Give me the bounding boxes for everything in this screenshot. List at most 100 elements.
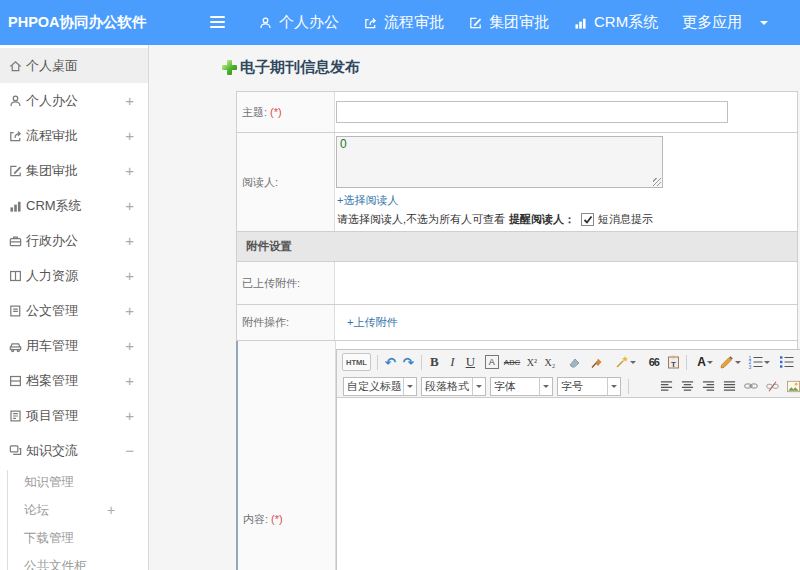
sidebar-item-3[interactable]: 流程审批+ — [0, 118, 148, 153]
sidebar-item-5[interactable]: CRM系统+ — [0, 188, 148, 223]
editor-dropdown-2[interactable]: 段落格式 — [421, 377, 486, 396]
sidebar-item-9[interactable]: 用车管理+ — [0, 328, 148, 363]
editor-dropdown-1[interactable]: 自定义标题 — [343, 377, 417, 396]
content-row: 内容:(*) HTML↶↷BIUAABCX²X₂66TA123 自定义标题段落格… — [236, 341, 798, 570]
nav-label: 更多应用 — [682, 13, 742, 32]
expand-toggle[interactable]: + — [125, 127, 134, 144]
wand-button[interactable] — [615, 353, 636, 371]
chevron-down-icon — [472, 378, 485, 395]
justify-button[interactable] — [723, 377, 736, 395]
unlink-button[interactable] — [766, 377, 779, 395]
expand-toggle[interactable]: + — [125, 302, 134, 319]
redo-button[interactable]: ↷ — [402, 353, 415, 371]
strike-button[interactable]: ABC — [504, 353, 520, 371]
sms-checkbox[interactable] — [581, 213, 594, 226]
align-left-button[interactable] — [660, 377, 673, 395]
top-nav: 个人办公 流程审批 集团审批 CRM系统 更多应用 — [258, 0, 768, 45]
app-logo: PHPOA协同办公软件 — [8, 0, 147, 45]
expand-toggle[interactable]: − — [125, 442, 134, 459]
sidebar-item-10[interactable]: 档案管理+ — [0, 363, 148, 398]
page-title: 电子期刊信息发布 — [240, 58, 360, 77]
quote-button[interactable]: 66 — [647, 353, 660, 371]
briefcase-icon — [8, 233, 24, 249]
nav-item-2[interactable]: 流程审批 — [363, 13, 444, 32]
sub-button[interactable]: X₂ — [543, 353, 556, 371]
sidebar-item-2[interactable]: 个人办公+ — [0, 83, 148, 118]
expand-toggle[interactable]: + — [125, 232, 134, 249]
bold-button[interactable]: B — [428, 353, 441, 371]
editor-toolbar: HTML↶↷BIUAABCX²X₂66TA123 自定义标题段落格式字体字号 — [337, 350, 800, 398]
sidebar-subitem-4[interactable]: 公共文件柜 — [0, 552, 148, 570]
subject-input[interactable] — [336, 101, 728, 123]
hamburger-menu-icon[interactable] — [210, 16, 225, 28]
svg-text:T: T — [671, 360, 676, 369]
sidebar-subitem-3[interactable]: 下载管理 — [0, 524, 148, 552]
sup-button[interactable]: X² — [525, 353, 538, 371]
nav-item-4[interactable]: CRM系统 — [573, 13, 658, 32]
image-button[interactable] — [787, 377, 800, 395]
underline-button[interactable]: U — [464, 353, 477, 371]
expand-toggle[interactable]: + — [125, 372, 134, 389]
archive-icon — [8, 373, 24, 389]
link-button[interactable] — [744, 377, 758, 395]
uploaded-label: 已上传附件: — [237, 262, 335, 304]
readers-textarea[interactable]: 0 — [336, 136, 663, 188]
italic-button[interactable]: I — [446, 353, 459, 371]
nav-label: 个人办公 — [279, 13, 339, 32]
attach-op-label: 附件操作: — [237, 305, 335, 340]
add-icon — [222, 60, 237, 75]
subject-label: 主题:(*) — [237, 92, 335, 132]
expand-toggle[interactable]: + — [125, 407, 134, 424]
doc-icon — [8, 303, 24, 319]
project-icon — [8, 408, 24, 424]
choose-readers-link[interactable]: +选择阅读人 — [337, 193, 398, 208]
expand-toggle[interactable]: + — [125, 92, 134, 109]
undo-button[interactable]: ↶ — [384, 353, 397, 371]
nav-item-5[interactable]: 更多应用 — [682, 13, 768, 32]
fontcolor-button[interactable]: A — [697, 353, 713, 371]
required-mark: (*) — [270, 106, 282, 118]
sidebar-item-12[interactable]: 知识交流− — [0, 433, 148, 468]
ul-button[interactable] — [779, 353, 794, 371]
pen-button[interactable] — [720, 353, 741, 371]
align-right-button[interactable] — [702, 377, 715, 395]
ol-button[interactable]: 123 — [748, 353, 770, 371]
sidebar-item-8[interactable]: 公文管理+ — [0, 293, 148, 328]
sidebar-item-4[interactable]: 集团审批+ — [0, 153, 148, 188]
sidebar-subitem-1[interactable]: 知识管理 — [0, 468, 148, 496]
upload-attachment-link[interactable]: +上传附件 — [347, 315, 397, 330]
editor-content-area[interactable] — [337, 398, 800, 570]
expand-toggle[interactable]: + — [125, 162, 134, 179]
svg-text:3: 3 — [748, 364, 751, 370]
readers-hint: 请选择阅读人,不选为所有人可查看 — [337, 212, 505, 227]
nav-item-3[interactable]: 集团审批 — [468, 13, 549, 32]
html-source-button[interactable]: HTML — [342, 353, 371, 371]
toolbar-separator — [377, 355, 378, 370]
sidebar-item-7[interactable]: 人力资源+ — [0, 258, 148, 293]
editor-dropdown-3[interactable]: 字体 — [490, 377, 553, 396]
boxa-button[interactable]: A — [485, 355, 499, 369]
expand-toggle[interactable]: + — [107, 502, 115, 518]
paste-button[interactable]: T — [667, 353, 680, 371]
chevron-down-icon — [760, 21, 768, 29]
editor-dropdown-4[interactable]: 字号 — [557, 377, 621, 396]
eraser-button[interactable] — [567, 353, 581, 371]
sidebar-subitem-2[interactable]: 论坛+ — [0, 496, 148, 524]
sidebar-item-1[interactable]: 个人桌面 — [0, 48, 148, 83]
person-icon — [258, 15, 273, 31]
sidebar-item-6[interactable]: 行政办公+ — [0, 223, 148, 258]
nav-item-1[interactable]: 个人办公 — [258, 13, 339, 32]
content-label: 内容:(*) — [238, 341, 336, 570]
expand-toggle[interactable]: + — [125, 197, 134, 214]
subject-row: 主题:(*) — [236, 92, 798, 133]
broom-button[interactable] — [590, 353, 604, 371]
flow-icon — [8, 128, 24, 144]
resize-handle[interactable] — [653, 178, 661, 186]
car-icon — [8, 338, 24, 354]
chevron-down-icon — [630, 361, 636, 367]
align-center-button[interactable] — [681, 377, 694, 395]
sidebar-item-11[interactable]: 项目管理+ — [0, 398, 148, 433]
expand-toggle[interactable]: + — [125, 337, 134, 354]
readers-row: 阅读人: 0 +选择阅读人 请选择阅读人,不选为所有人可查看 提醒阅读人： 短消… — [236, 133, 798, 232]
expand-toggle[interactable]: + — [125, 267, 134, 284]
